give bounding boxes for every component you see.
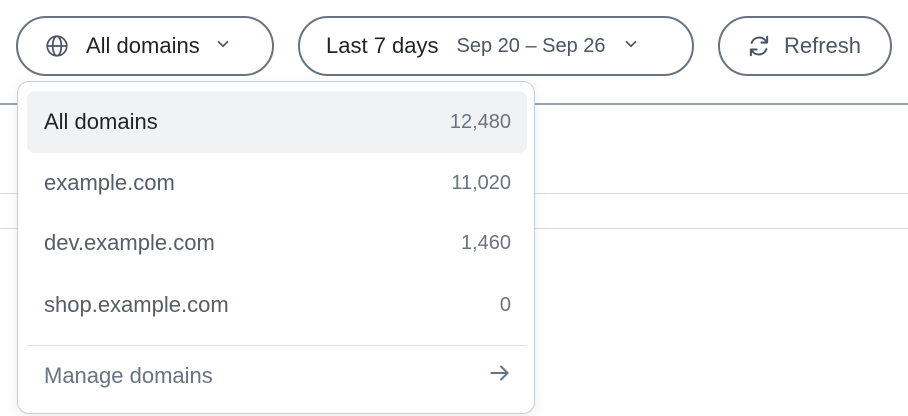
chevron-down-icon bbox=[214, 33, 232, 59]
refresh-button[interactable]: Refresh bbox=[718, 16, 892, 76]
screen: All domains Last 7 days Sep 20 – Sep 26 … bbox=[0, 0, 908, 416]
menu-item-label: All domains bbox=[44, 109, 158, 134]
menu-item-count: 11,020 bbox=[451, 171, 511, 194]
chevron-down-icon bbox=[622, 33, 640, 59]
date-range-dates: Sep 20 – Sep 26 bbox=[456, 34, 606, 57]
menu-item-shop-example-com[interactable]: shop.example.com 0 bbox=[27, 274, 527, 336]
globe-icon bbox=[44, 33, 70, 59]
menu-item-all-domains[interactable]: All domains 12,480 bbox=[27, 91, 527, 153]
menu-item-count: 1,460 bbox=[460, 231, 511, 254]
date-range-label: Last 7 days bbox=[326, 33, 439, 58]
menu-item-label: shop.example.com bbox=[44, 292, 229, 317]
menu-item-dev-example-com[interactable]: dev.example.com 1,460 bbox=[27, 212, 527, 274]
refresh-icon bbox=[746, 33, 772, 59]
refresh-label: Refresh bbox=[784, 33, 862, 58]
domain-dropdown-menu: All domains 12,480 example.com 11,020 de… bbox=[17, 81, 535, 414]
menu-item-example-com[interactable]: example.com 11,020 bbox=[27, 152, 527, 214]
manage-domains-label: Manage domains bbox=[44, 363, 213, 388]
domain-filter-button[interactable]: All domains bbox=[16, 16, 274, 76]
domain-filter-label: All domains bbox=[86, 33, 200, 58]
date-range-button[interactable]: Last 7 days Sep 20 – Sep 26 bbox=[298, 16, 694, 76]
menu-item-label: example.com bbox=[44, 170, 175, 195]
manage-domains-link[interactable]: Manage domains bbox=[27, 346, 527, 406]
menu-item-count: 0 bbox=[499, 293, 511, 316]
arrow-right-icon bbox=[487, 360, 513, 392]
menu-item-count: 12,480 bbox=[449, 110, 511, 133]
menu-item-label: dev.example.com bbox=[44, 230, 215, 255]
